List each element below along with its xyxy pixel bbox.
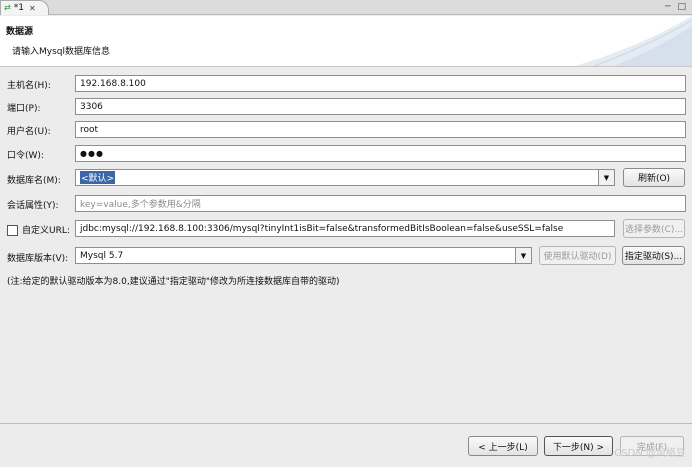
host-label: 主机名(H): — [7, 81, 51, 91]
custom-url-label: 自定义URL: — [22, 226, 70, 236]
host-input[interactable]: 192.168.8.100 — [75, 75, 686, 92]
custom-url-checkbox[interactable] — [7, 225, 18, 236]
session-placeholder: key=value,多个参数用&分隔 — [80, 200, 201, 210]
password-input[interactable]: ●●● — [75, 145, 686, 162]
custom-url-toggle[interactable]: 自定义URL: — [7, 223, 70, 236]
refresh-button[interactable]: 刷新(O) — [623, 168, 685, 187]
datasource-icon: ⇄ — [4, 3, 11, 12]
specify-driver-button[interactable]: 指定驱动(S)... — [622, 246, 685, 265]
watermark: CSDN @风络豆 — [614, 448, 686, 459]
database-combo[interactable]: <默认> ▼ — [75, 169, 615, 186]
maximize-icon[interactable]: □ — [677, 2, 686, 12]
header-decoration — [575, 16, 692, 66]
session-input[interactable]: key=value,多个参数用&分隔 — [75, 195, 686, 212]
chevron-down-icon[interactable]: ▼ — [515, 248, 531, 263]
back-button[interactable]: < 上一步(L) — [468, 436, 538, 456]
session-label: 会话属性(Y): — [7, 201, 59, 211]
user-input[interactable]: root — [75, 121, 686, 138]
editor-tab-strip — [0, 0, 692, 15]
database-label: 数据库名(M): — [7, 176, 61, 186]
driver-note: (注:给定的默认驱动版本为8.0,建议通过"指定驱动"修改为所连接数据库自带的驱… — [7, 277, 340, 287]
page-description: 请输入Mysql数据库信息 — [12, 47, 110, 57]
select-params-button[interactable]: 选择参数(C)... — [623, 219, 685, 238]
close-icon[interactable]: ✕ — [29, 4, 36, 13]
db-version-combo[interactable]: Mysql 5.7 ▼ — [75, 247, 532, 264]
port-label: 端口(P): — [7, 104, 41, 114]
password-label: 口令(W): — [7, 151, 44, 161]
database-value: <默认> — [80, 171, 116, 184]
footer-divider — [0, 423, 692, 424]
db-version-value: Mysql 5.7 — [80, 250, 124, 261]
use-default-driver-button[interactable]: 使用默认驱动(D) — [539, 246, 616, 265]
custom-url-input[interactable]: jdbc:mysql://192.168.8.100:3306/mysql?ti… — [75, 220, 615, 237]
wizard-header: 数据源 请输入Mysql数据库信息 — [0, 16, 692, 67]
port-input[interactable]: 3306 — [75, 98, 686, 115]
window-controls: ─ □ — [665, 2, 686, 12]
chevron-down-icon[interactable]: ▼ — [598, 170, 614, 185]
minimize-icon[interactable]: ─ — [665, 2, 670, 12]
editor-tab[interactable]: ⇄ *1 ✕ — [0, 0, 49, 15]
db-version-label: 数据库版本(V): — [7, 254, 69, 264]
user-label: 用户名(U): — [7, 127, 51, 137]
next-button[interactable]: 下一步(N) > — [544, 436, 613, 456]
tab-label: *1 — [13, 3, 24, 13]
page-title: 数据源 — [6, 27, 34, 37]
